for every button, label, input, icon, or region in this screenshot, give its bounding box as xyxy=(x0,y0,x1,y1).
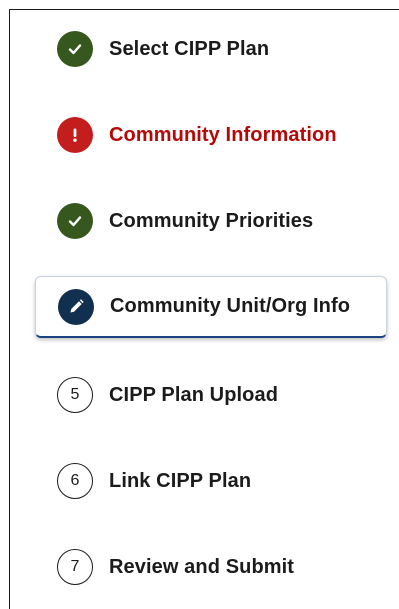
check-icon xyxy=(57,203,93,239)
check-icon xyxy=(57,31,93,67)
step-number-badge: 7 xyxy=(57,549,93,585)
step-label: Review and Submit xyxy=(109,555,295,578)
step-number-badge: 6 xyxy=(57,463,93,499)
step-cipp-plan-upload[interactable]: 5 CIPP Plan Upload xyxy=(35,364,387,426)
step-label: Link CIPP Plan xyxy=(109,469,252,492)
exclamation-icon xyxy=(57,117,93,153)
step-community-priorities[interactable]: Community Priorities xyxy=(35,190,387,252)
step-link-cipp-plan[interactable]: 6 Link CIPP Plan xyxy=(35,450,387,512)
step-label: Community Information xyxy=(109,123,337,146)
step-label: Community Priorities xyxy=(109,209,314,232)
step-number-badge: 5 xyxy=(57,377,93,413)
step-select-cipp-plan[interactable]: Select CIPP Plan xyxy=(35,18,387,80)
step-label: Community Unit/Org Info xyxy=(110,295,351,317)
step-label: Select CIPP Plan xyxy=(109,37,270,60)
step-review-and-submit[interactable]: 7 Review and Submit xyxy=(35,536,387,598)
step-community-information[interactable]: Community Information xyxy=(35,104,387,166)
step-community-unit-org-info[interactable]: Community Unit/Org Info xyxy=(35,276,387,338)
pencil-icon xyxy=(58,288,94,325)
step-label: CIPP Plan Upload xyxy=(109,383,279,406)
